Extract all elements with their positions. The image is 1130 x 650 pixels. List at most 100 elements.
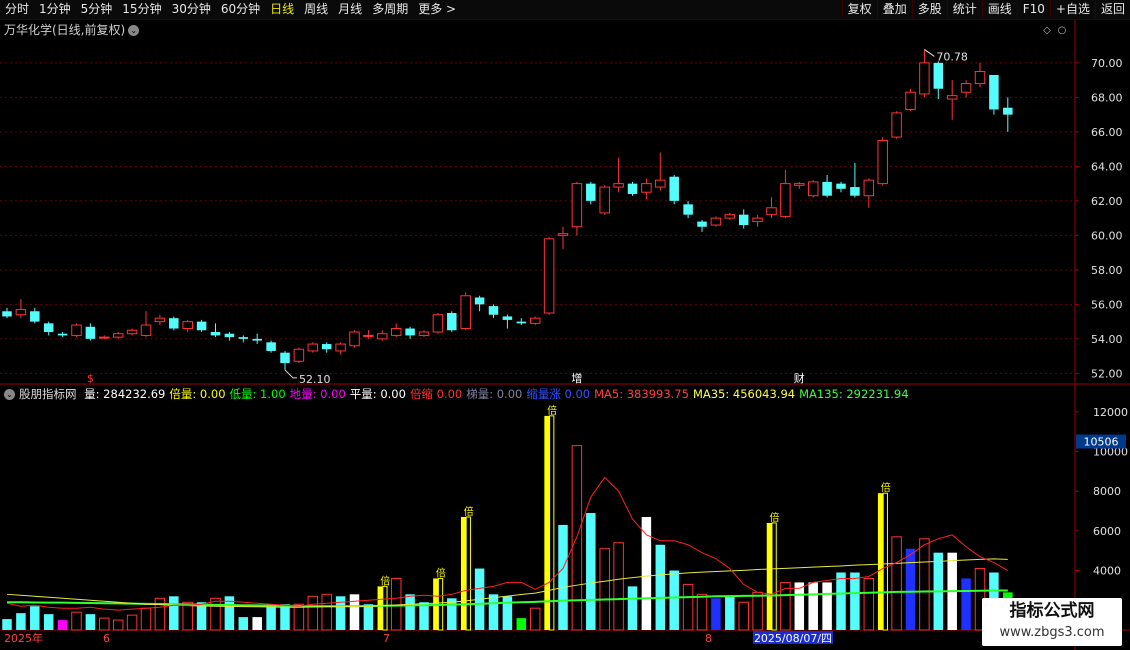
candle-body-up [377,333,388,340]
x-axis-label: 7 [383,632,390,645]
candle-body-down [405,328,415,336]
volume-bar [363,604,374,630]
volume-bar [238,617,249,630]
indicator-value: 地量: 0.00 [289,387,346,401]
volume-bar [794,582,805,630]
high-pointer [924,49,935,57]
candle-body-down [683,204,693,215]
candle-body-up [891,112,902,138]
event-marker[interactable]: $ [87,372,94,385]
watermark-url: www.zbgs3.com [999,625,1105,640]
candle-body-down [43,323,54,332]
volume-bar [405,594,415,630]
volume-tick-label: 8000 [1093,485,1121,498]
candle-body-down [169,318,179,329]
volume-bar [627,586,638,630]
candle-body-down [627,183,638,194]
double-volume-label: 倍 [547,404,557,417]
candle-body-up [794,183,805,186]
volume-bar [655,544,666,630]
chevron-down-icon[interactable]: ⌄ [4,389,15,400]
volume-bar [599,548,610,631]
volume-bar [613,542,624,631]
volume-bar [850,572,860,630]
volume-bar [725,596,735,630]
candle-body-down [989,74,999,110]
volume-bar [43,614,54,630]
volume-bar [293,603,305,631]
candle-body-up [112,333,124,338]
candle-body-up [613,183,624,188]
candle-body-down [697,221,707,227]
candle-body-down [822,181,832,196]
candle-body-up [877,140,888,185]
volume-bar [307,595,319,631]
volume-bar [905,548,916,630]
volume-bar [169,596,179,630]
double-volume-outline [382,585,388,631]
candle-body-up [390,328,402,336]
candle-body-up [557,233,569,236]
volume-bar [390,577,402,631]
indicator-value: 倍量: 0.00 [169,387,226,401]
volume-bar [586,513,596,630]
candle-body-up [905,91,916,110]
candle-body-up [752,217,763,223]
double-volume-label: 倍 [464,505,474,518]
volume-bar [182,601,193,631]
candle-body-up [432,314,444,333]
candle-body-up [919,62,930,95]
candle-body-down [933,62,944,89]
candle-body-up [182,321,193,330]
candle-body-up [571,183,583,228]
volume-bar [447,598,457,630]
volume-bar [529,607,541,631]
candle-body-up [724,214,736,219]
volume-bar [210,597,221,631]
candle-body-up [807,181,819,197]
candle-body-up [293,348,305,362]
volume-tick-label: 4000 [1093,565,1121,578]
candle-body-up [15,309,27,316]
candle-body-up [154,317,166,323]
volume-bar [349,594,360,630]
low-price-label: 52.10 [299,373,331,386]
candle-body-down [488,306,499,315]
cursor-date-label: 2025/08/07/四 [754,632,832,645]
price-tick-label: 52.00 [1091,367,1123,380]
candle-body-down [196,321,207,331]
candle-body-up [99,336,110,339]
candle-body-up [710,217,722,226]
candle-body-up [766,207,777,216]
volume-bar [836,572,846,630]
volume-bar [419,602,429,630]
volume-bar [57,620,68,630]
double-volume-label: 倍 [770,511,780,524]
candle-body-down [321,344,332,350]
indicator-value: 梯量: 0.00 [466,387,523,401]
price-tick-label: 66.00 [1091,126,1123,139]
indicator-value: MA5: 383993.75 [594,387,689,401]
event-marker[interactable]: 增 [571,371,582,385]
candle-body-up [863,179,875,197]
indicator-name: 股朋指标网 [19,387,77,401]
candle-body-down [474,297,485,305]
candle-body-up [363,334,374,337]
candle-body-down [57,333,68,336]
candle-body-down [850,187,860,196]
candle-body-down [2,311,12,317]
price-tick-label: 70.00 [1091,57,1123,70]
candle-body-down [280,352,290,364]
volume-bar [558,524,568,630]
candle-body-up [655,179,666,188]
volume-bar [961,578,971,630]
high-price-label: 70.78 [936,50,968,63]
double-volume-label: 倍 [436,566,446,579]
candle-body-down [238,337,249,339]
price-tick-label: 54.00 [1091,333,1123,346]
volume-bar [252,617,262,630]
event-marker[interactable]: 财 [794,371,805,385]
volume-tick-label: 6000 [1093,525,1121,538]
double-volume-label: 倍 [380,574,390,587]
volume-bar [682,583,694,631]
